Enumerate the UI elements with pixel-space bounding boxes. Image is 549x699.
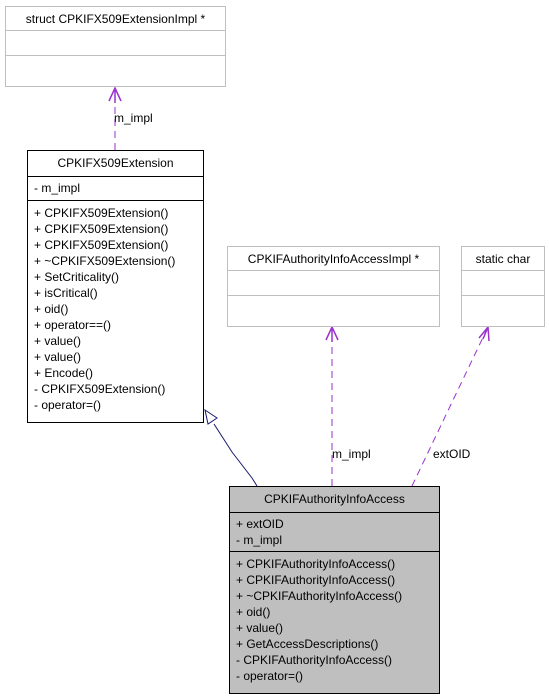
attribute-row: + extOID [236,517,284,531]
class-title: CPKIFAuthorityInfoAccess [264,492,405,506]
class-title: struct CPKIFX509ExtensionImpl * [25,12,206,26]
method-row: + value() [34,350,82,364]
edge-label-aia-extoid: extOID [433,447,471,461]
method-row: + value() [236,621,284,635]
method-row: + CPKIFAuthorityInfoAccess() [236,573,396,587]
method-row: + CPKIFAuthorityInfoAccess() [236,557,396,571]
attributes-section: + extOID - m_impl [230,512,439,551]
inheritance-arrowhead [204,408,218,425]
class-node-x509extension-impl[interactable]: struct CPKIFX509ExtensionImpl * [5,6,226,87]
methods-section [6,55,225,80]
attributes-section [228,270,439,295]
method-row: + Encode() [34,366,94,380]
class-title: CPKIFAuthorityInfoAccessImpl * [247,252,420,266]
method-row: - CPKIFX509Extension() [34,382,166,396]
method-row: + ~CPKIFX509Extension() [34,254,176,268]
method-row: + SetCriticality() [34,270,120,284]
attributes-section [6,30,225,55]
method-row: + CPKIFX509Extension() [34,222,169,236]
method-row: + value() [34,334,82,348]
method-row: - operator=() [236,669,304,683]
methods-section [462,295,544,320]
method-row: + CPKIFX509Extension() [34,206,169,220]
arrowhead-x509ext-m-impl [108,86,122,103]
edge-aia-extoid [411,328,488,487]
arrowhead-aia-extoid [478,325,490,342]
edge-aia-inherits-x509ext [213,423,258,487]
method-row: + GetAccessDescriptions() [236,637,379,651]
method-row: - CPKIFAuthorityInfoAccess() [236,653,393,667]
class-node-authority-info-access[interactable]: CPKIFAuthorityInfoAccess + extOID - m_im… [229,486,440,694]
method-row: + CPKIFX509Extension() [34,238,169,252]
attribute-row: - m_impl [236,533,283,547]
class-title: static char [475,252,531,266]
attribute-row: - m_impl [34,181,81,195]
method-row: + isCritical() [34,286,98,300]
methods-section: + CPKIFX509Extension() + CPKIFX509Extens… [28,200,203,413]
class-node-aia-impl[interactable]: CPKIFAuthorityInfoAccessImpl * [227,246,440,327]
edge-label-aia-m-impl: m_impl [332,447,371,461]
method-row: + oid() [34,302,69,316]
class-node-static-char[interactable]: static char [461,246,545,327]
method-row: + oid() [236,605,271,619]
methods-section [228,295,439,320]
method-row: - operator=() [34,398,102,412]
attributes-section: - m_impl [28,176,203,200]
method-row: + ~CPKIFAuthorityInfoAccess() [236,589,403,603]
method-row: + operator==() [34,318,112,332]
class-node-x509extension[interactable]: CPKIFX509Extension - m_impl + CPKIFX509E… [27,150,204,423]
class-title: CPKIFX509Extension [57,156,174,170]
methods-section: + CPKIFAuthorityInfoAccess() + CPKIFAuth… [230,551,439,684]
attributes-section [462,270,544,295]
arrowhead-aia-m-impl [325,325,339,342]
edge-label-x509ext-m-impl: m_impl [114,111,153,125]
